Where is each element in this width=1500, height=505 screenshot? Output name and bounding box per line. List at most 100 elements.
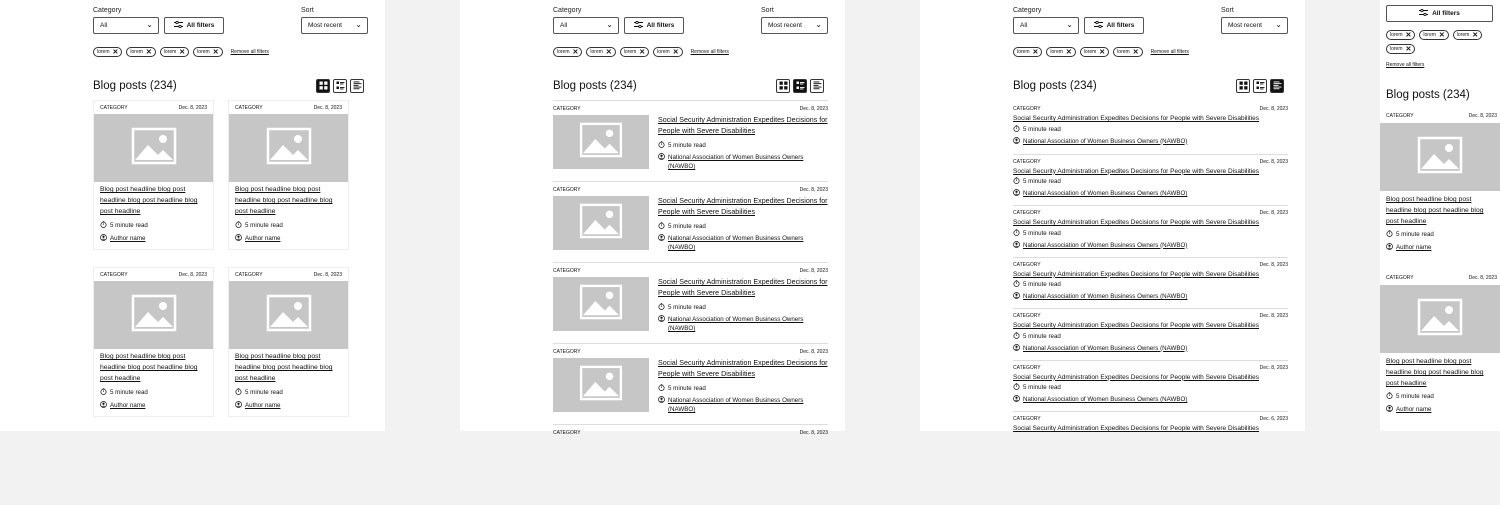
list-view-button[interactable] <box>793 79 807 93</box>
card-headline[interactable]: Blog post headline blog post headline bl… <box>94 349 213 385</box>
compact-item[interactable]: CATEGORY Dec. 8, 2023 Social Security Adm… <box>1013 256 1288 308</box>
card-headline[interactable]: Blog post headline blog post headline bl… <box>229 349 348 385</box>
close-icon[interactable]: ✕ <box>606 49 612 56</box>
author[interactable]: National Association of Women Business O… <box>1013 394 1288 406</box>
filter-chip[interactable]: lorem ✕ <box>1013 47 1043 57</box>
compact-item[interactable]: CATEGORY Dec. 8, 2023 Social Security Adm… <box>1013 153 1288 205</box>
blog-card[interactable]: CATEGORY Dec. 8, 2023 Blog post headline … <box>1380 109 1500 252</box>
author[interactable]: National Association of Women Business O… <box>658 234 828 252</box>
category-select[interactable]: All ⌄ <box>553 17 619 34</box>
author[interactable]: National Association of Women Business O… <box>658 153 828 171</box>
remove-all-filters-link[interactable]: Remove all filters <box>1151 49 1189 55</box>
close-icon[interactable]: ✕ <box>573 49 579 56</box>
list-item[interactable]: CATEGORY Dec. 8, 2023 Social Security Adm… <box>553 100 828 181</box>
filter-chip[interactable]: lorem ✕ <box>586 47 616 57</box>
grid-view-button[interactable] <box>1236 79 1250 93</box>
close-icon[interactable]: ✕ <box>1472 32 1478 39</box>
sort-select[interactable]: Most recent ⌄ <box>761 17 828 34</box>
filter-chip[interactable]: lorem ✕ <box>553 47 583 57</box>
close-icon[interactable]: ✕ <box>639 49 645 56</box>
compact-view-button[interactable] <box>1270 79 1284 93</box>
all-filters-button[interactable]: All filters <box>624 17 684 34</box>
close-icon[interactable]: ✕ <box>213 49 219 56</box>
blog-card[interactable]: CATEGORY Dec. 8, 2023 Blog post headline … <box>93 267 214 417</box>
compact-item[interactable]: CATEGORY Dec. 8, 2023 Social Security Adm… <box>1013 205 1288 256</box>
close-icon[interactable]: ✕ <box>1066 49 1072 56</box>
all-filters-button[interactable]: All filters <box>1084 17 1144 34</box>
author[interactable]: Author name <box>94 230 213 243</box>
category-select[interactable]: All ⌄ <box>1013 17 1079 34</box>
compact-item[interactable]: CATEGORY Dec. 8, 2023 Social Security Adm… <box>1013 359 1288 411</box>
author[interactable]: Author name <box>229 397 348 410</box>
list-item[interactable]: CATEGORY Dec. 8, 2023 Social Security Adm… <box>553 262 828 343</box>
sort-select[interactable]: Most recent ⌄ <box>1221 17 1288 34</box>
filter-chip[interactable]: lorem ✕ <box>619 47 650 57</box>
close-icon[interactable]: ✕ <box>1406 46 1412 53</box>
compact-item[interactable]: CATEGORY Dec. 8, 2023 Social Security Adm… <box>1013 308 1288 359</box>
compact-view-button[interactable] <box>810 79 824 93</box>
filter-chip[interactable]: lorem ✕ <box>193 47 223 57</box>
list-view-button[interactable] <box>333 79 347 93</box>
filter-chip[interactable]: lorem ✕ <box>1386 30 1416 40</box>
item-headline[interactable]: Social Security Administration Expedites… <box>1013 167 1288 176</box>
item-headline[interactable]: Social Security Administration Expedites… <box>1013 373 1288 382</box>
author[interactable]: National Association of Women Business O… <box>1013 291 1288 303</box>
all-filters-button[interactable]: All filters <box>164 17 224 34</box>
filter-chip[interactable]: lorem ✕ <box>1386 44 1416 54</box>
grid-view-button[interactable] <box>316 79 330 93</box>
item-headline[interactable]: Social Security Administration Expedites… <box>658 196 828 218</box>
author[interactable]: National Association of Women Business O… <box>1013 135 1288 147</box>
item-headline[interactable]: Social Security Administration Expedites… <box>658 358 828 380</box>
category-select[interactable]: All ⌄ <box>93 17 159 34</box>
all-filters-button[interactable]: All filters <box>1386 5 1493 22</box>
remove-all-filters-link[interactable]: Remove all filters <box>691 49 729 55</box>
close-icon[interactable]: ✕ <box>1033 49 1039 56</box>
list-item[interactable]: CATEGORY Dec. 8, 2023 Social Security Adm… <box>553 181 828 262</box>
item-headline[interactable]: Social Security Administration Expedites… <box>1013 321 1288 330</box>
filter-chip[interactable]: lorem ✕ <box>126 47 156 57</box>
filter-chip[interactable]: lorem ✕ <box>1452 30 1483 40</box>
item-headline[interactable]: Social Security Administration Expedites… <box>658 115 828 137</box>
close-icon[interactable]: ✕ <box>113 49 119 56</box>
author[interactable]: Author name <box>1380 239 1500 252</box>
item-headline[interactable]: Social Security Administration Expedites… <box>1013 270 1288 279</box>
grid-view-button[interactable] <box>776 79 790 93</box>
author[interactable]: National Association of Women Business O… <box>658 315 828 333</box>
filter-chip[interactable]: lorem ✕ <box>1419 30 1449 40</box>
card-headline[interactable]: Blog post headline blog post headline bl… <box>1380 191 1500 227</box>
close-icon[interactable]: ✕ <box>1133 49 1139 56</box>
author[interactable]: National Association of Women Business O… <box>1013 239 1288 251</box>
item-headline[interactable]: Social Security Administration Expedites… <box>1013 114 1288 123</box>
card-headline[interactable]: Blog post headline blog post headline bl… <box>94 182 213 218</box>
list-view-button[interactable] <box>1253 79 1267 93</box>
sort-select[interactable]: Most recent ⌄ <box>301 17 368 34</box>
author[interactable]: Author name <box>94 397 213 410</box>
filter-chip[interactable]: lorem ✕ <box>653 47 683 57</box>
list-item[interactable]: CATEGORY Dec. 8, 2023 Social Security Adm… <box>553 343 828 424</box>
item-headline[interactable]: Social Security Administration Expedites… <box>658 277 828 299</box>
blog-card[interactable]: CATEGORY Dec. 8, 2023 Blog post headline … <box>228 267 349 417</box>
card-headline[interactable]: Blog post headline blog post headline bl… <box>1380 353 1500 389</box>
compact-view-button[interactable] <box>350 79 364 93</box>
filter-chip[interactable]: lorem ✕ <box>1079 47 1110 57</box>
close-icon[interactable]: ✕ <box>673 49 679 56</box>
close-icon[interactable]: ✕ <box>179 49 185 56</box>
author[interactable]: National Association of Women Business O… <box>1013 188 1288 200</box>
filter-chip[interactable]: lorem ✕ <box>159 47 190 57</box>
blog-card[interactable]: CATEGORY Dec. 8, 2023 Blog post headline … <box>93 100 214 250</box>
item-headline[interactable]: Social Security Administration Expedites… <box>1013 218 1288 227</box>
remove-all-filters-link[interactable]: Remove all filters <box>231 49 269 55</box>
filter-chip[interactable]: lorem ✕ <box>1046 47 1076 57</box>
compact-item[interactable]: CATEGORY Dec. 8, 2023 Social Security Adm… <box>1013 102 1288 153</box>
author[interactable]: National Association of Women Business O… <box>658 396 828 414</box>
compact-item[interactable]: CATEGORY Dec. 6, 2023 Social Security Adm… <box>1013 411 1288 462</box>
close-icon[interactable]: ✕ <box>146 49 152 56</box>
close-icon[interactable]: ✕ <box>1099 49 1105 56</box>
close-icon[interactable]: ✕ <box>1406 32 1412 39</box>
author[interactable]: National Association of Women Business O… <box>1013 342 1288 354</box>
list-item[interactable]: CATEGORY Dec. 8, 2023 <box>553 424 828 505</box>
item-headline[interactable]: Social Security Administration Expedites… <box>1013 424 1288 433</box>
blog-card[interactable]: CATEGORY Dec. 8, 2023 Blog post headline … <box>228 100 349 250</box>
filter-chip[interactable]: lorem ✕ <box>93 47 123 57</box>
filter-chip[interactable]: lorem ✕ <box>1113 47 1143 57</box>
